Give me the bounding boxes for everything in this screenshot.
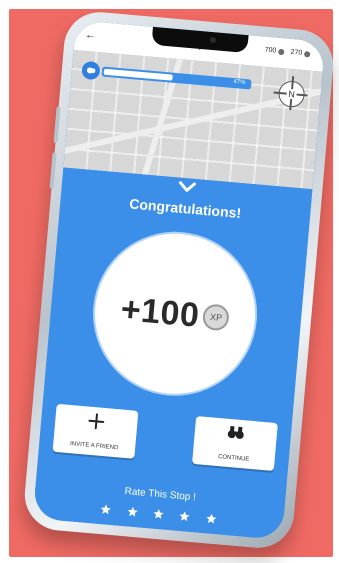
phone-device: ← Psym 700 270 xyxy=(21,9,337,551)
star-icon[interactable] xyxy=(204,511,218,530)
stage: ← Psym 700 270 xyxy=(0,0,339,563)
continue-button[interactable]: CONTINUE xyxy=(192,416,278,471)
stat-left: 700 xyxy=(264,46,285,56)
xp-amount: +100 xyxy=(119,289,201,335)
phone-screen: ← Psym 700 270 xyxy=(32,20,326,540)
stat-left-value: 700 xyxy=(264,46,277,55)
plus-icon xyxy=(87,413,105,435)
action-buttons: INVITE A FRIEND CONTINUE xyxy=(52,403,278,471)
back-arrow-icon[interactable]: ← xyxy=(84,29,96,42)
map-view[interactable]: 47% N xyxy=(63,49,323,190)
gem-icon xyxy=(303,50,311,58)
invite-friend-label: INVITE A FRIEND xyxy=(69,441,119,452)
star-icon[interactable] xyxy=(178,509,192,528)
xp-coin-icon: XP xyxy=(202,303,231,332)
front-camera xyxy=(209,36,217,44)
reward-panel: Congratulations! +100 XP INVITE A FRIEND xyxy=(32,167,313,540)
xp-reward-badge: +100 XP xyxy=(88,227,262,401)
binoculars-icon xyxy=(225,425,247,446)
stat-right: 270 xyxy=(290,48,311,58)
stat-right-value: 270 xyxy=(290,48,303,57)
star-icon[interactable] xyxy=(99,502,113,521)
star-icon[interactable] xyxy=(152,507,166,526)
continue-label: CONTINUE xyxy=(217,454,250,463)
compass-label: N xyxy=(285,88,298,100)
progress-text: 47% xyxy=(233,79,246,87)
star-icon[interactable] xyxy=(125,504,139,523)
chevron-down-icon[interactable] xyxy=(177,180,197,200)
coin-icon xyxy=(278,48,285,55)
invite-friend-button[interactable]: INVITE A FRIEND xyxy=(52,403,139,459)
